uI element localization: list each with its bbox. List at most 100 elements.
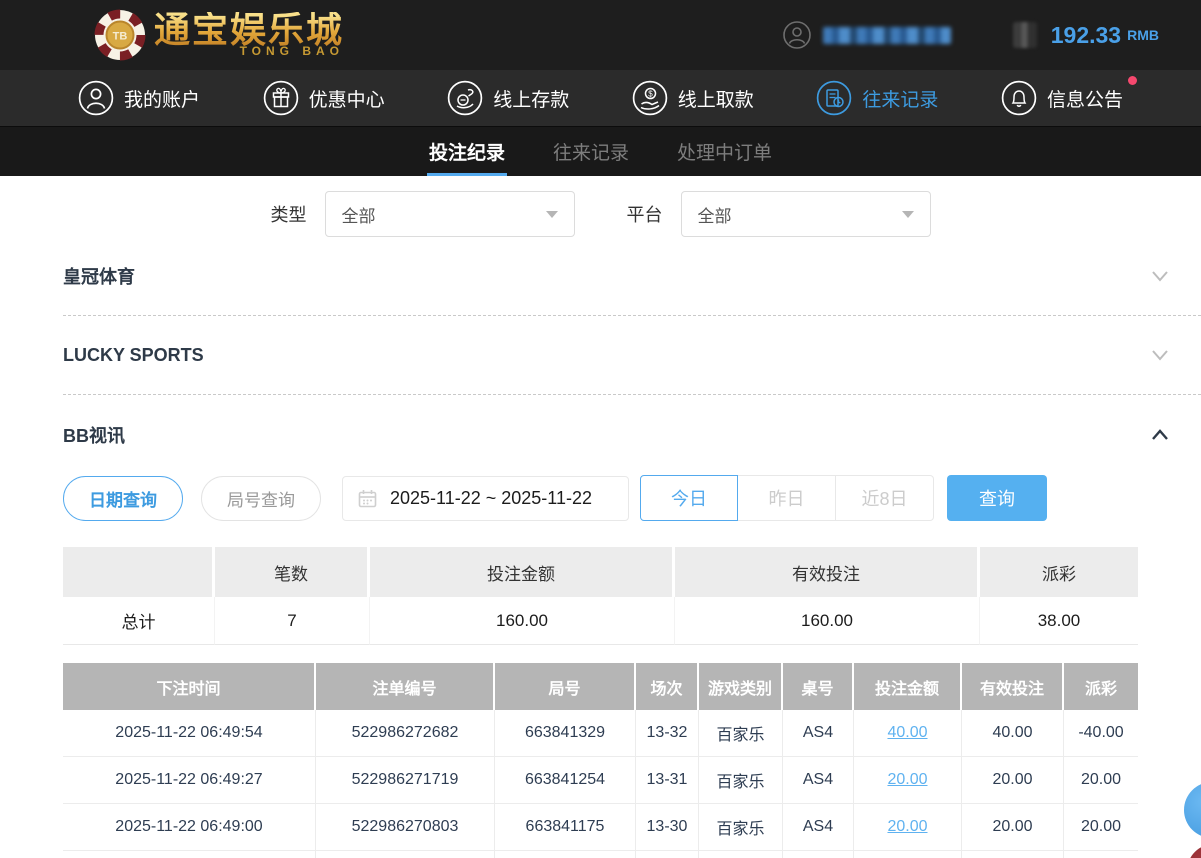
chevron-down-icon	[902, 211, 914, 218]
bet-records-table: 下注时间 注单编号 局号 场次 游戏类别 桌号 投注金额 有效投注 派彩 202…	[63, 663, 1138, 858]
bell-icon	[1001, 80, 1037, 116]
nav-label: 往来记录	[862, 85, 938, 112]
floating-action-button[interactable]	[1187, 844, 1201, 858]
cell-bet-time: 2025-11-22 06:49:00	[63, 804, 316, 851]
brand-logo[interactable]: TB 通宝娱乐城 TONG BAO	[92, 7, 344, 63]
cell-table-no: AS4	[783, 710, 854, 757]
nav-item-transaction-records[interactable]: 往来记录	[816, 80, 938, 116]
records-icon	[816, 80, 852, 116]
nav-item-my-account[interactable]: 我的账户	[78, 80, 200, 116]
cell-bet-time: 2025-11-22 06:49:54	[63, 710, 316, 757]
subtab-label: 投注纪录	[429, 138, 505, 165]
query-controls: 日期查询 局号查询 2025-11-22 ~ 2025-11-22 今日 昨日 …	[63, 475, 1201, 521]
brand-name-cn: 通宝娱乐城	[154, 12, 344, 48]
chip-tb-text: TB	[113, 31, 128, 43]
col-bet-id: 注单编号	[316, 663, 495, 710]
bet-amount-link[interactable]: 20.00	[887, 818, 927, 836]
subnav-tabs: 投注纪录 往来记录 处理中订单	[0, 127, 1201, 176]
cell-session: 13-31	[636, 757, 699, 804]
cell-round-id: 663841175	[495, 804, 636, 851]
bet-amount-link[interactable]: 20.00	[887, 771, 927, 789]
platform-filter-label: 平台	[627, 201, 663, 227]
summary-header-count: 笔数	[215, 547, 370, 597]
svg-text:$: $	[648, 90, 653, 99]
search-label: 查询	[979, 485, 1015, 511]
summary-count-value: 7	[215, 597, 370, 645]
nav-item-announcements[interactable]: 信息公告	[1001, 80, 1123, 116]
brand-text: 通宝娱乐城 TONG BAO	[154, 12, 344, 58]
summary-table: 笔数 投注金额 有效投注 派彩 总计 7 160.00 160.00 38.00	[63, 547, 1138, 645]
nav-item-promotions[interactable]: 优惠中心	[263, 80, 385, 116]
user-icon	[78, 80, 114, 116]
section-lucky-sports[interactable]: LUCKY SPORTS	[63, 316, 1201, 395]
balance-currency: RMB	[1127, 27, 1159, 43]
cell-session: 13-30	[636, 804, 699, 851]
gift-icon	[263, 80, 299, 116]
cell-payout: -40.00	[1064, 710, 1138, 757]
filter-row: 类型 全部 平台 全部	[0, 191, 1201, 237]
notification-badge	[1128, 76, 1137, 85]
bet-amount-link[interactable]: 40.00	[887, 724, 927, 742]
summary-bet-amount-value: 160.00	[370, 597, 675, 645]
quick-date-group: 今日 昨日 近8日	[640, 475, 934, 521]
nav-item-deposit[interactable]: 线上存款	[447, 80, 569, 116]
header-right: 192.33 RMB	[783, 21, 1159, 49]
col-bet-amount: 投注金额	[854, 663, 962, 710]
main-nav: 我的账户 优惠中心 线上存款 $ 线上取款	[0, 70, 1201, 127]
nav-label: 我的账户	[124, 85, 200, 112]
summary-valid-bet-value: 160.00	[675, 597, 980, 645]
summary-total-row: 总计 7 160.00 160.00 38.00	[63, 597, 1138, 645]
search-button[interactable]: 查询	[947, 475, 1047, 521]
today-button[interactable]: 今日	[640, 475, 738, 521]
nav-label: 优惠中心	[309, 85, 385, 112]
platform-select-value: 全部	[698, 202, 732, 227]
nav-item-withdraw[interactable]: $ 线上取款	[632, 80, 754, 116]
cell-game-type: 百家乐	[699, 804, 783, 851]
type-select[interactable]: 全部	[325, 191, 575, 237]
summary-total-label: 总计	[63, 597, 215, 645]
wallet-icon-blurred[interactable]	[1013, 22, 1037, 48]
col-bet-time: 下注时间	[63, 663, 316, 710]
cell-round-id: 663841254	[495, 757, 636, 804]
platform-select[interactable]: 全部	[681, 191, 931, 237]
cell-session: 13-32	[636, 710, 699, 757]
date-range-input[interactable]: 2025-11-22 ~ 2025-11-22	[342, 476, 629, 521]
cell-bet-time: 2025-11-22 06:49:27	[63, 757, 316, 804]
summary-payout-value: 38.00	[980, 597, 1138, 645]
chevron-down-icon	[1149, 344, 1171, 366]
chevron-down-icon	[546, 211, 558, 218]
table-row-partial	[63, 851, 1138, 858]
cell-payout: 20.00	[1064, 757, 1138, 804]
date-query-label: 日期查询	[89, 486, 157, 511]
tab-pending-orders[interactable]: 处理中订单	[675, 127, 774, 176]
date-query-button[interactable]: 日期查询	[63, 476, 183, 521]
yesterday-button[interactable]: 昨日	[738, 475, 836, 521]
col-game-type: 游戏类别	[699, 663, 783, 710]
round-query-button[interactable]: 局号查询	[201, 476, 321, 521]
type-select-value: 全部	[342, 202, 376, 227]
username-blurred[interactable]	[823, 27, 951, 44]
brand-name-en: TONG BAO	[154, 44, 344, 58]
cell-bet-id: 522986270803	[316, 804, 495, 851]
table-row: 2025-11-22 06:49:54 522986272682 6638413…	[63, 710, 1138, 757]
tab-bet-records[interactable]: 投注纪录	[427, 127, 507, 176]
section-title: LUCKY SPORTS	[63, 345, 204, 366]
calendar-icon	[358, 489, 377, 508]
deposit-icon	[447, 80, 483, 116]
balance-amount: 192.33	[1051, 22, 1121, 49]
date-range-value: 2025-11-22 ~ 2025-11-22	[390, 488, 592, 509]
col-round-id: 局号	[495, 663, 636, 710]
subtab-label: 处理中订单	[677, 138, 772, 165]
cell-round-id: 663841329	[495, 710, 636, 757]
tab-transaction-records[interactable]: 往来记录	[551, 127, 631, 176]
section-title: 皇冠体育	[63, 263, 135, 289]
chevron-down-icon	[1149, 265, 1171, 287]
floating-service-button[interactable]	[1184, 782, 1201, 838]
round-query-label: 局号查询	[227, 486, 295, 511]
last-8-days-button[interactable]: 近8日	[836, 475, 934, 521]
section-bb-live[interactable]: BB视讯	[63, 395, 1201, 474]
top-header: TB 通宝娱乐城 TONG BAO 192.33 RMB	[0, 0, 1201, 70]
avatar-icon[interactable]	[783, 21, 811, 49]
section-crown-sports[interactable]: 皇冠体育	[63, 237, 1201, 316]
col-payout: 派彩	[1064, 663, 1138, 710]
